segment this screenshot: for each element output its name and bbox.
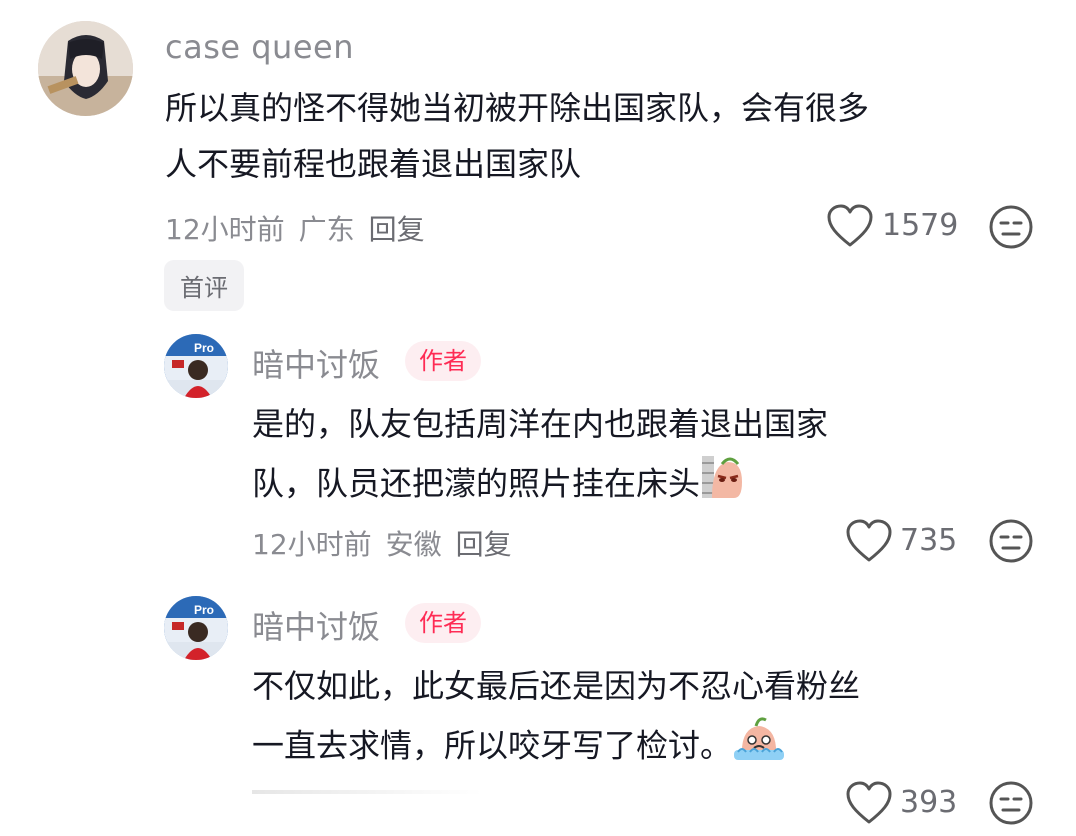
reply-text-line-1: 不仅如此，此女最后还是因为不忍心看粉丝 xyxy=(252,667,861,705)
like-icon[interactable] xyxy=(826,203,874,253)
svg-text:Pro: Pro xyxy=(194,603,214,617)
avatar[interactable] xyxy=(38,21,133,116)
reply-meta: 12小时前 安徽 回复 xyxy=(252,523,526,563)
comment-username[interactable]: case queen xyxy=(165,28,354,66)
reply-avatar[interactable]: Pro xyxy=(164,334,228,398)
dislike-icon[interactable] xyxy=(988,780,1034,830)
comment-text-line-2: 人不要前程也跟着退出国家队 xyxy=(165,145,582,183)
like-icon[interactable] xyxy=(845,518,893,568)
reply-location: 安徽 xyxy=(385,528,442,561)
dislike-icon[interactable] xyxy=(988,204,1034,254)
like-count: 1579 xyxy=(882,208,959,243)
reply-username[interactable]: 暗中讨饭 xyxy=(252,340,380,386)
reply-username[interactable]: 暗中讨饭 xyxy=(252,602,380,648)
comment-location: 广东 xyxy=(298,213,355,246)
like-icon[interactable] xyxy=(845,780,893,830)
svg-text:Pro: Pro xyxy=(194,341,214,355)
peeking-wall-emoji xyxy=(700,454,746,517)
comment-time: 12小时前 xyxy=(165,213,285,246)
dislike-icon[interactable] xyxy=(988,518,1034,568)
reply-text-line-2-content: 队，队员还把濛的照片挂在床头 xyxy=(252,464,701,503)
reply-text-line-1: 是的，队友包括周洋在内也跟着退出国家 xyxy=(252,405,829,443)
first-comment-badge: 首评 xyxy=(164,260,244,311)
reply-text-line-2: 一直去求情，所以咬牙写了检讨。 xyxy=(252,716,786,779)
reply-button[interactable]: 回复 xyxy=(369,213,425,246)
comment-meta: 12小时前 广东 回复 xyxy=(165,208,439,248)
divider xyxy=(252,790,482,794)
reply-button[interactable]: 回复 xyxy=(456,528,512,561)
like-count: 393 xyxy=(900,785,958,820)
crying-emoji xyxy=(732,716,786,779)
reply-time: 12小时前 xyxy=(252,528,372,561)
reply-text-line-2-content: 一直去求情，所以咬牙写了检讨。 xyxy=(252,726,733,765)
like-count: 735 xyxy=(900,523,958,558)
reply-text-line-2: 队，队员还把濛的照片挂在床头 xyxy=(252,454,746,517)
reply-avatar[interactable]: Pro xyxy=(164,596,228,660)
author-tag: 作者 xyxy=(405,603,481,643)
author-tag: 作者 xyxy=(405,341,481,381)
comment-text-line-1: 所以真的怪不得她当初被开除出国家队，会有很多 xyxy=(165,89,870,127)
